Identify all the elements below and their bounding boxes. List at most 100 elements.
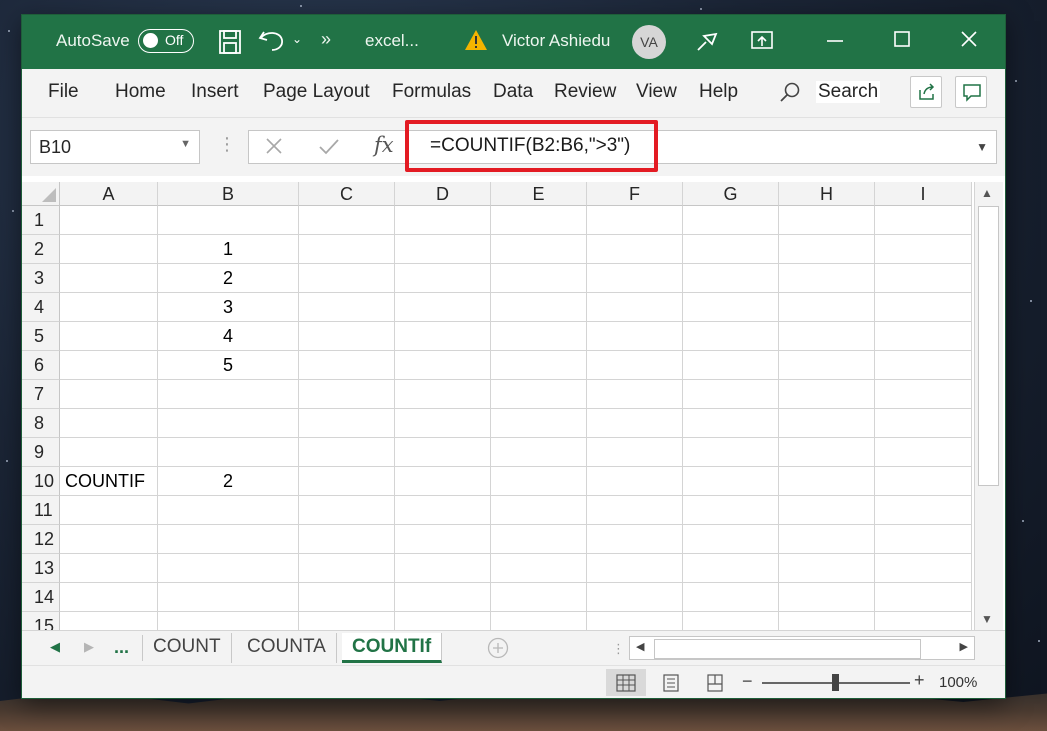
scroll-left-icon[interactable]: ◀	[636, 640, 644, 653]
cell-a11[interactable]	[60, 496, 158, 525]
cell-i5[interactable]	[875, 322, 972, 351]
cell-h5[interactable]	[779, 322, 875, 351]
column-header-b[interactable]: B	[158, 182, 299, 206]
cell-d15[interactable]	[395, 612, 491, 630]
row-header-12[interactable]: 12	[22, 525, 60, 554]
cell-g4[interactable]	[683, 293, 779, 322]
normal-view-button[interactable]	[606, 669, 646, 696]
cell-f10[interactable]	[587, 467, 683, 496]
cell-c15[interactable]	[299, 612, 395, 630]
cell-i11[interactable]	[875, 496, 972, 525]
close-icon[interactable]	[959, 29, 979, 53]
cell-h15[interactable]	[779, 612, 875, 630]
cell-h10[interactable]	[779, 467, 875, 496]
row-header-15[interactable]: 15	[22, 612, 60, 630]
cell-i4[interactable]	[875, 293, 972, 322]
column-header-h[interactable]: H	[779, 182, 875, 206]
cell-d7[interactable]	[395, 380, 491, 409]
cell-c4[interactable]	[299, 293, 395, 322]
cell-a12[interactable]	[60, 525, 158, 554]
cell-b9[interactable]	[158, 438, 299, 467]
cell-h6[interactable]	[779, 351, 875, 380]
cell-e12[interactable]	[491, 525, 587, 554]
user-avatar[interactable]: VA	[632, 25, 666, 59]
cell-f15[interactable]	[587, 612, 683, 630]
cell-e4[interactable]	[491, 293, 587, 322]
cell-h14[interactable]	[779, 583, 875, 612]
cell-b4[interactable]: 3	[158, 293, 299, 322]
cell-i8[interactable]	[875, 409, 972, 438]
cell-h12[interactable]	[779, 525, 875, 554]
tab-view[interactable]: View	[636, 81, 677, 103]
scroll-up-icon[interactable]: ▲	[981, 186, 993, 200]
cell-a9[interactable]	[60, 438, 158, 467]
cell-i3[interactable]	[875, 264, 972, 293]
cell-b7[interactable]	[158, 380, 299, 409]
cell-c10[interactable]	[299, 467, 395, 496]
column-header-a[interactable]: A	[60, 182, 158, 206]
cell-h3[interactable]	[779, 264, 875, 293]
page-layout-view-button[interactable]	[651, 669, 691, 696]
tab-help[interactable]: Help	[699, 81, 738, 103]
cell-i6[interactable]	[875, 351, 972, 380]
cell-h9[interactable]	[779, 438, 875, 467]
coauthoring-icon[interactable]	[694, 28, 720, 58]
sheet-tab-count[interactable]: COUNT	[143, 633, 232, 663]
formula-bar-grip-icon[interactable]: ⋮	[218, 134, 236, 155]
cell-i13[interactable]	[875, 554, 972, 583]
more-sheets-icon[interactable]: ...	[114, 637, 129, 658]
cancel-icon[interactable]	[263, 135, 285, 162]
cell-h4[interactable]	[779, 293, 875, 322]
cell-i10[interactable]	[875, 467, 972, 496]
cell-d11[interactable]	[395, 496, 491, 525]
column-header-c[interactable]: C	[299, 182, 395, 206]
cell-b11[interactable]	[158, 496, 299, 525]
cell-i14[interactable]	[875, 583, 972, 612]
zoom-slider-handle[interactable]	[832, 674, 839, 691]
cell-a13[interactable]	[60, 554, 158, 583]
cell-d10[interactable]	[395, 467, 491, 496]
cell-c8[interactable]	[299, 409, 395, 438]
horizontal-scroll-thumb[interactable]	[654, 639, 921, 659]
chevron-down-icon[interactable]: ▼	[180, 138, 191, 150]
cell-e3[interactable]	[491, 264, 587, 293]
cell-i1[interactable]	[875, 206, 972, 235]
ribbon-display-icon[interactable]	[750, 29, 774, 55]
cell-c14[interactable]	[299, 583, 395, 612]
cell-a4[interactable]	[60, 293, 158, 322]
cell-f4[interactable]	[587, 293, 683, 322]
cell-a8[interactable]	[60, 409, 158, 438]
cell-a3[interactable]	[60, 264, 158, 293]
cell-a14[interactable]	[60, 583, 158, 612]
cell-b15[interactable]	[158, 612, 299, 630]
row-header-1[interactable]: 1	[22, 206, 60, 235]
cell-c3[interactable]	[299, 264, 395, 293]
cell-e15[interactable]	[491, 612, 587, 630]
cell-b8[interactable]	[158, 409, 299, 438]
zoom-level[interactable]: 100%	[939, 674, 977, 691]
undo-icon[interactable]	[258, 28, 286, 56]
cell-i2[interactable]	[875, 235, 972, 264]
cell-b13[interactable]	[158, 554, 299, 583]
save-icon[interactable]	[218, 29, 242, 59]
cell-h7[interactable]	[779, 380, 875, 409]
vertical-scroll-thumb[interactable]	[978, 206, 999, 486]
tab-page-layout[interactable]: Page Layout	[263, 81, 370, 103]
expand-formula-icon[interactable]: ▼	[976, 140, 988, 154]
cell-f8[interactable]	[587, 409, 683, 438]
scroll-down-icon[interactable]: ▼	[981, 612, 993, 626]
cell-a7[interactable]	[60, 380, 158, 409]
share-button[interactable]	[910, 76, 942, 108]
row-header-3[interactable]: 3	[22, 264, 60, 293]
cell-g8[interactable]	[683, 409, 779, 438]
cell-f11[interactable]	[587, 496, 683, 525]
cell-b12[interactable]	[158, 525, 299, 554]
comments-button[interactable]	[955, 76, 987, 108]
cell-f6[interactable]	[587, 351, 683, 380]
cell-b6[interactable]: 5	[158, 351, 299, 380]
tab-insert[interactable]: Insert	[191, 81, 239, 103]
cell-g11[interactable]	[683, 496, 779, 525]
cell-g14[interactable]	[683, 583, 779, 612]
cell-g13[interactable]	[683, 554, 779, 583]
row-header-6[interactable]: 6	[22, 351, 60, 380]
